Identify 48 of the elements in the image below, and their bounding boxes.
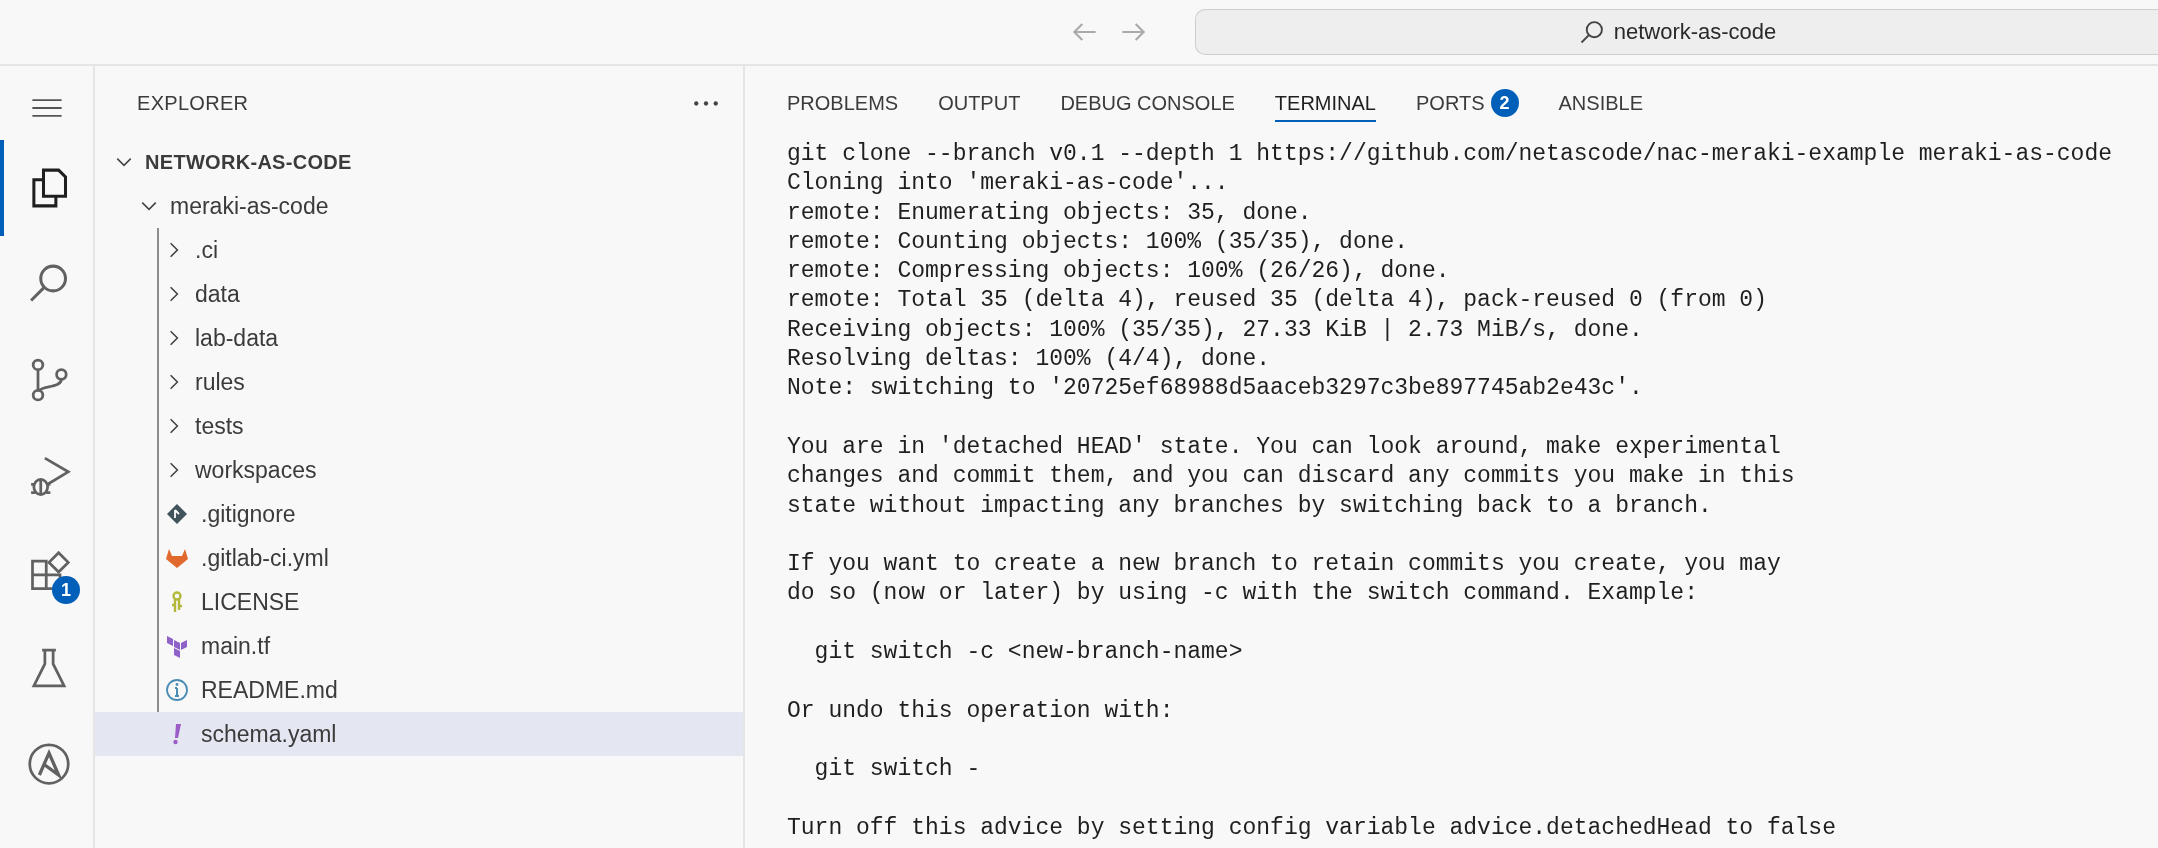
- tree-row[interactable]: .ci: [95, 228, 743, 272]
- info-icon: [165, 678, 189, 702]
- tree-row[interactable]: rules: [95, 360, 743, 404]
- diamond-icon: [165, 502, 189, 526]
- activity-bar-item[interactable]: 1: [0, 524, 93, 620]
- terminal-line: do so (now or later) by using -c with the switch command. Example:: [787, 579, 1699, 609]
- terminal-line: git switch -c <new-branch-name>: [813, 638, 1244, 668]
- count-badge: 2: [1490, 89, 1519, 117]
- terminal-line: Receiving objects: 100% (35/35), 27.33 KiB | 2.73 MiB/s, done.: [787, 315, 1644, 345]
- terminal-line: remote: Counting objects: 100% (35/35), done.: [787, 227, 1410, 257]
- tree-row[interactable]: tests: [95, 404, 743, 448]
- terminal-line: If you want to create a new branch to retain commits you create, you may: [787, 550, 1782, 580]
- terminal-line: remote: Enumerating objects: 35, done.: [787, 198, 1313, 228]
- panel-tab[interactable]: TERMINAL: [1274, 84, 1376, 122]
- terminal-line: Note: switching to '20725ef68988d5aaceb3297c3be897745ab2e43c'.: [787, 374, 1644, 404]
- selected-tree-row[interactable]: schema.yaml: [95, 712, 743, 756]
- terminal-line: state without impacting any branches by switching back to a branch.: [787, 491, 1713, 521]
- tree-row[interactable]: workspaces: [95, 448, 743, 492]
- terminal-line: remote: Total 35 (delta 4), reused 35 (delta 4), pack-reused 0 (from 0): [787, 286, 1768, 316]
- panel-tab[interactable]: DEBUG CONSOLE: [1060, 84, 1235, 122]
- terminal-line: Or undo this operation with:: [787, 696, 1175, 726]
- tree-row[interactable]: lab-data: [95, 316, 743, 360]
- panel-tab[interactable]: PORTS 2: [1416, 84, 1519, 122]
- terminal-line: Cloning into 'meraki-as-code'...: [787, 169, 1230, 199]
- tree-row[interactable]: .gitignore: [95, 492, 743, 536]
- letter-a-circle-icon: [26, 742, 71, 786]
- command-center-field[interactable]: network-as-code: [1195, 9, 2158, 55]
- panel-tab[interactable]: ANSIBLE: [1558, 84, 1643, 122]
- notification-badge: 1: [52, 576, 80, 604]
- terminal-line: remote: Compressing objects: 100% (26/26), done.: [787, 257, 1451, 287]
- terminal-line: Turn off this advice by setting config variable advice.detachedHead to false: [787, 813, 1837, 843]
- tree-row[interactable]: .gitlab-ci.yml: [95, 536, 743, 580]
- terminal-line: changes and commit them, and you can discard any commits you make in this: [787, 462, 1796, 492]
- panel-tab[interactable]: OUTPUT: [938, 84, 1021, 122]
- terminal-line: Resolving deltas: 100% (4/4), done.: [787, 345, 1272, 375]
- panel-tab[interactable]: PROBLEMS: [787, 84, 899, 122]
- blocks-icon: [165, 634, 189, 658]
- terminal-line: git switch -: [813, 755, 982, 785]
- tree-row[interactable]: meraki-as-code: [95, 184, 743, 228]
- tree-row[interactable]: main.tf: [95, 624, 743, 668]
- more-icon[interactable]: [693, 99, 719, 107]
- tree-row[interactable]: LICENSE: [95, 580, 743, 624]
- terminal-line: git clone --branch v0.1 --depth 1 https://github.com/netascode/nac-meraki-example meraki-as-code: [787, 140, 2113, 169]
- tree-row[interactable]: NETWORK-AS-CODE: [95, 140, 743, 184]
- terminal-line: You are in 'detached HEAD' state. You can look around, make experimental: [787, 432, 1782, 462]
- tree-row[interactable]: data: [95, 272, 743, 316]
- tree-row[interactable]: README.md: [95, 668, 743, 712]
- explorer-title: EXPLORER: [137, 91, 249, 115]
